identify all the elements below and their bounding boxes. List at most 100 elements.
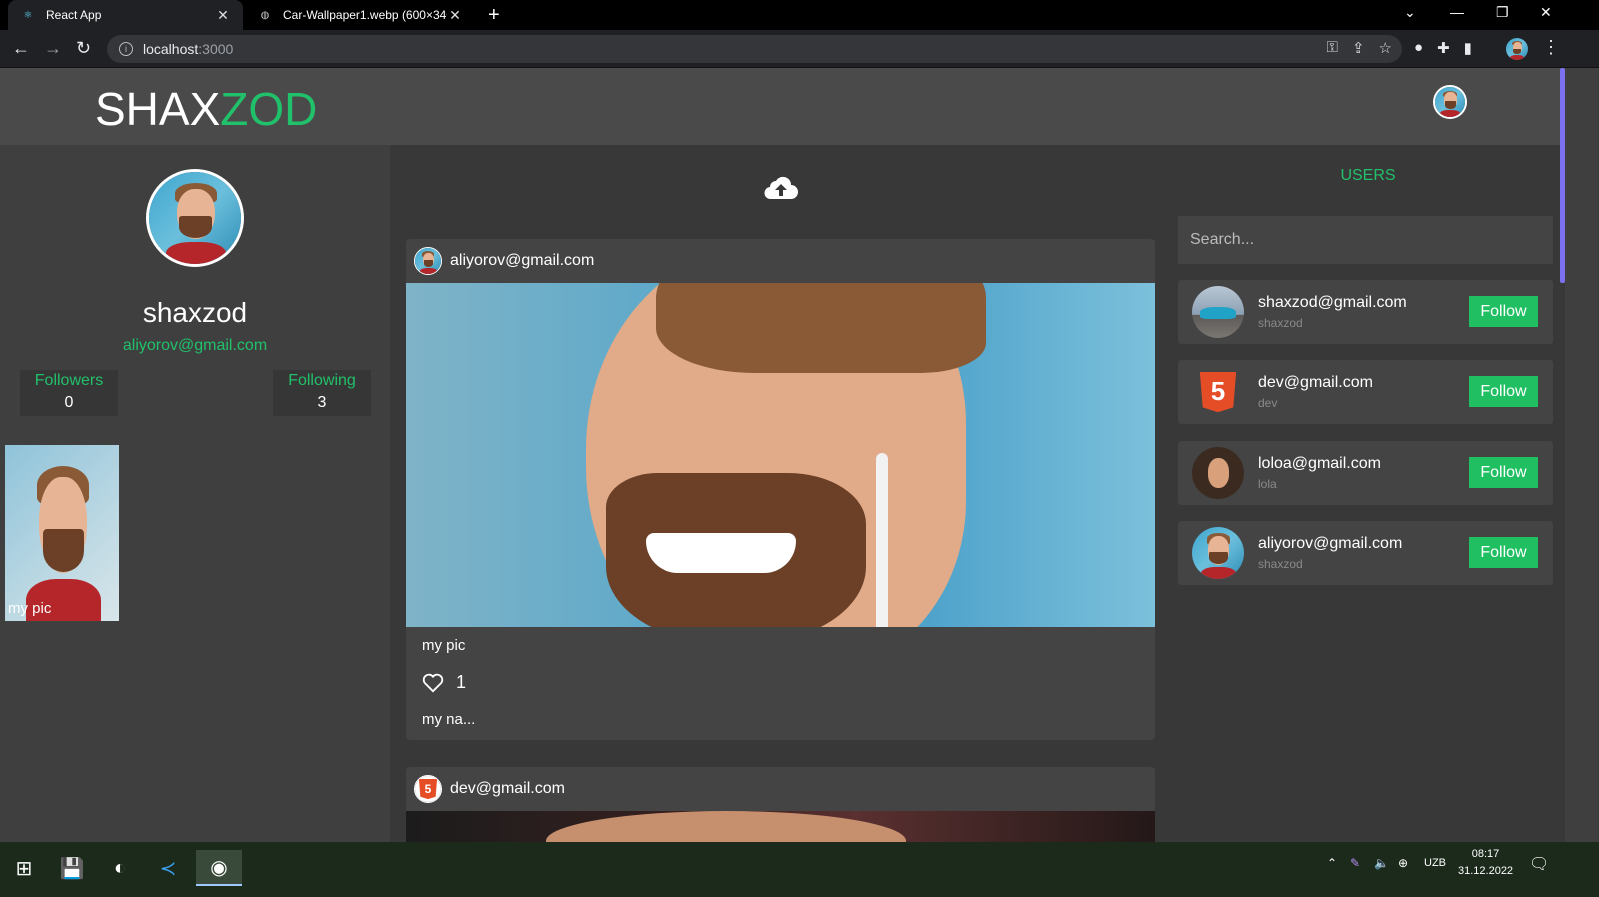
- user-name: shaxzod: [1258, 557, 1303, 571]
- back-arrow-icon[interactable]: ←: [12, 38, 30, 59]
- clock-time: 08:17: [1471, 848, 1500, 860]
- close-icon[interactable]: ✕: [215, 7, 231, 24]
- url-field[interactable]: i localhost:3000 ⚿ ⇪ ☆: [107, 35, 1402, 63]
- key-icon[interactable]: ⚿: [1327, 39, 1338, 57]
- post-image[interactable]: [406, 283, 1155, 627]
- followers-label: Followers: [34, 372, 104, 389]
- profile-sidebar: shaxzod aliyorov@gmail.com Followers 0 F…: [0, 145, 390, 842]
- share-icon[interactable]: ⇪: [1352, 39, 1365, 57]
- feather-icon[interactable]: ✎: [1350, 856, 1360, 870]
- reload-icon[interactable]: ↻: [76, 38, 91, 59]
- forward-arrow-icon[interactable]: →: [44, 38, 62, 59]
- speaker-icon[interactable]: 🔈: [1374, 856, 1389, 870]
- tab-react-app[interactable]: ⚛ React App ✕: [8, 0, 243, 30]
- user-email: dev@gmail.com: [1258, 374, 1373, 391]
- follow-button[interactable]: Follow: [1469, 537, 1538, 568]
- app-header: SHAXZOD: [0, 68, 1565, 145]
- thumbnail-caption: my pic: [8, 600, 52, 617]
- follow-button[interactable]: Follow: [1469, 376, 1538, 407]
- url-port: :3000: [198, 41, 234, 57]
- users-panel: USERS shaxzod@gmail.com shaxzod Follow 5…: [1171, 145, 1565, 842]
- like-count: 1: [456, 672, 467, 692]
- users-title: USERS: [1340, 167, 1396, 184]
- clock-date: 31.12.2022: [1458, 865, 1514, 877]
- followers-stat[interactable]: Followers 0: [20, 370, 118, 416]
- user-name: dev: [1258, 396, 1278, 410]
- user-name: lola: [1258, 477, 1277, 491]
- logo-primary: SHAX: [95, 83, 221, 135]
- user-search-input[interactable]: [1178, 216, 1553, 264]
- new-tab-button[interactable]: +: [488, 4, 500, 27]
- address-bar: ← → ↻ i localhost:3000 ⚿ ⇪ ☆ ● ✚ ▮ ⋮: [0, 30, 1599, 68]
- chevron-up-icon[interactable]: ⌃: [1327, 856, 1337, 870]
- notifications-icon[interactable]: 🗨: [1529, 854, 1549, 874]
- user-card[interactable]: loloa@gmail.com lola Follow: [1178, 441, 1553, 505]
- following-stat[interactable]: Following 3: [273, 370, 371, 416]
- tab-car-wallpaper[interactable]: ◍ Car-Wallpaper1.webp (600×340) ✕: [245, 0, 475, 30]
- extension-circle-icon[interactable]: ●: [1414, 39, 1423, 57]
- close-icon[interactable]: ✕: [447, 7, 463, 24]
- post-author-avatar: 5: [414, 775, 442, 803]
- follow-button[interactable]: Follow: [1469, 296, 1538, 327]
- user-email: loloa@gmail.com: [1258, 455, 1381, 472]
- chrome-icon[interactable]: ◉: [196, 850, 242, 886]
- user-avatar-car: [1192, 286, 1244, 338]
- followers-count: 0: [64, 394, 74, 411]
- logo[interactable]: SHAXZOD: [95, 82, 317, 136]
- profile-post-thumbnail[interactable]: my pic: [5, 445, 119, 621]
- star-icon[interactable]: ☆: [1379, 39, 1392, 57]
- feed-post: 5 dev@gmail.com: [406, 767, 1155, 842]
- user-avatar-html5: 5: [1192, 366, 1244, 418]
- vscode-icon[interactable]: ≺: [150, 850, 186, 886]
- post-author-avatar: [414, 247, 442, 275]
- os-taskbar: ⊞ 💾 ◐ ≺ ◉ ⌃ ✎ 🔈 ⊕ UZB 08:17 31.12.2022 🗨: [0, 842, 1599, 897]
- user-card[interactable]: aliyorov@gmail.com shaxzod Follow: [1178, 521, 1553, 585]
- user-email: shaxzod@gmail.com: [1258, 294, 1407, 311]
- menu-dots-icon[interactable]: ⋮: [1542, 37, 1560, 58]
- info-icon[interactable]: i: [119, 42, 133, 56]
- tab-title: Car-Wallpaper1.webp (600×340): [283, 8, 447, 22]
- post-author: dev@gmail.com: [450, 780, 565, 797]
- url-host: localhost: [143, 41, 199, 57]
- page-scrollbar-thumb[interactable]: [1560, 68, 1565, 283]
- globe-icon: ◍: [260, 9, 270, 21]
- profile-avatar: [146, 169, 244, 267]
- user-avatar-man: [1192, 527, 1244, 579]
- browser-profile-avatar[interactable]: [1506, 38, 1528, 60]
- windows-start-icon[interactable]: ⊞: [6, 850, 42, 886]
- like-row: 1: [406, 654, 1155, 693]
- language-indicator[interactable]: UZB: [1424, 857, 1446, 869]
- globe-network-icon[interactable]: ⊕: [1398, 856, 1408, 870]
- react-icon: ⚛: [23, 9, 33, 21]
- profile-username: shaxzod: [142, 297, 248, 328]
- feed-post: aliyorov@gmail.com my pic 1 my na...: [406, 239, 1155, 740]
- restore-button[interactable]: ❐: [1496, 4, 1509, 21]
- logo-accent: ZOD: [220, 83, 318, 135]
- header-avatar[interactable]: [1433, 85, 1467, 119]
- browser-tab-bar: ⚛ React App ✕ ◍ Car-Wallpaper1.webp (600…: [0, 0, 1599, 30]
- save-disk-icon[interactable]: 💾: [54, 850, 90, 886]
- mongodb-icon[interactable]: ◐: [102, 850, 138, 886]
- post-caption: my pic: [422, 637, 466, 654]
- user-avatar-woman: [1192, 447, 1244, 499]
- page-scrollbar-track: [1565, 68, 1599, 842]
- follow-button[interactable]: Follow: [1469, 457, 1538, 488]
- post-image[interactable]: [406, 811, 1155, 842]
- user-card[interactable]: shaxzod@gmail.com shaxzod Follow: [1178, 280, 1553, 344]
- post-text: my na...: [422, 711, 476, 728]
- tab-search-icon[interactable]: ⌄: [1404, 4, 1416, 21]
- profile-email: aliyorov@gmail.com: [122, 337, 268, 354]
- tab-title: React App: [46, 8, 102, 22]
- user-card[interactable]: 5 dev@gmail.com dev Follow: [1178, 360, 1553, 424]
- post-header[interactable]: 5 dev@gmail.com: [406, 767, 1155, 811]
- cloud-upload-icon[interactable]: [764, 175, 798, 199]
- close-window-button[interactable]: ✕: [1540, 4, 1552, 21]
- puzzle-icon[interactable]: ✚: [1437, 39, 1450, 57]
- post-header[interactable]: aliyorov@gmail.com: [406, 239, 1155, 283]
- heart-icon[interactable]: [422, 673, 444, 693]
- following-label: Following: [288, 372, 356, 389]
- sidepanel-icon[interactable]: ▮: [1464, 39, 1472, 57]
- minimize-button[interactable]: —: [1450, 4, 1464, 20]
- user-name: shaxzod: [1258, 316, 1303, 330]
- system-clock[interactable]: 08:17 31.12.2022: [1458, 846, 1513, 880]
